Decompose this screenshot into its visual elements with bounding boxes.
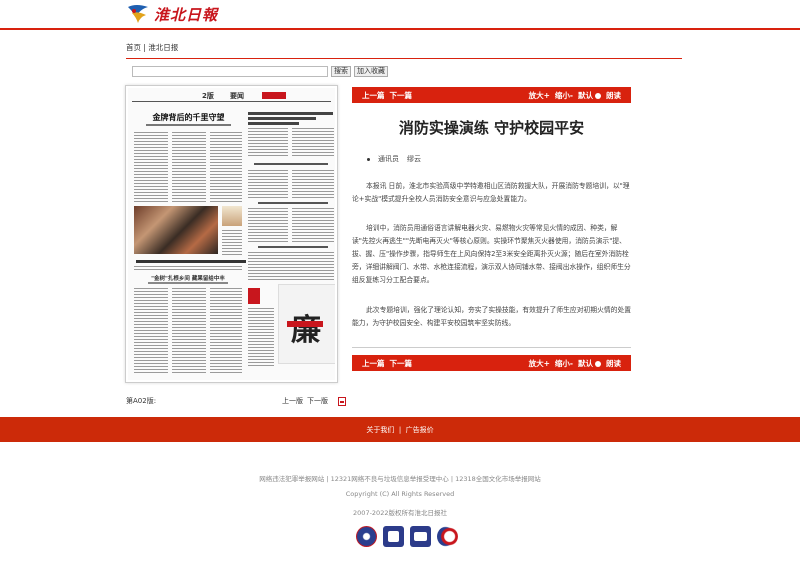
paper-masthead-logo xyxy=(262,92,286,99)
paper-subheadline xyxy=(146,124,231,126)
article-title: 消防实操演练 守护校园平安 xyxy=(398,119,585,137)
site-header: 淮北日報 xyxy=(0,0,800,30)
paper-text-column xyxy=(292,128,334,158)
article-toolbar-bottom: 上一篇 下一篇 放大+ 缩小- 默认 朗读 xyxy=(352,355,631,371)
radio-dot-icon xyxy=(595,93,601,99)
prev-article-link[interactable]: 上一篇 xyxy=(362,358,385,369)
about-us-link[interactable]: 关于我们 xyxy=(366,426,394,434)
radio-dot-icon xyxy=(595,361,601,367)
logo-text: 淮北日報 xyxy=(154,5,219,24)
paper-section-name: 要闻 xyxy=(230,92,244,100)
paper-text-column xyxy=(248,252,334,280)
newspaper-page-thumbnail[interactable]: 2版 要闻 金牌背后的千里守望 "金树"扎根乡间 藏果留给中丰 廉 xyxy=(125,85,338,383)
paper-headline-right[interactable] xyxy=(248,112,333,127)
article-paragraph: 培训中，消防员用通俗语言讲解电器火灾、易燃物火灾等常见火情的成因、种类，解读"先… xyxy=(352,224,631,284)
default-size-label: 默认 xyxy=(578,359,593,368)
page-navigation: 上一版 下一版 xyxy=(282,396,346,406)
footer-links: 关于我们 | 广告报价 xyxy=(0,425,800,435)
byline-author: 缪云 xyxy=(407,155,421,163)
paper-headline-main[interactable]: 金牌背后的千里守望 xyxy=(136,112,241,123)
credit-badge-icon[interactable] xyxy=(437,526,458,547)
search-button[interactable]: 搜索 xyxy=(331,66,351,77)
logo-icon xyxy=(128,5,148,23)
default-size-button[interactable]: 默认 xyxy=(578,358,601,369)
breadcrumb-current[interactable]: 淮北日报 xyxy=(148,43,178,52)
article-divider xyxy=(352,347,631,348)
prev-page-link[interactable]: 上一版 xyxy=(282,396,303,406)
byline-reporter-label: 通讯员 xyxy=(378,155,399,163)
footer-band: 关于我们 | 广告报价 xyxy=(0,417,800,442)
article-paragraph: 此次专题培训，强化了理论认知，夯实了实操技能，有效提升了师生应对初期火情的处置能… xyxy=(352,306,632,327)
add-favorite-button[interactable]: 加入收藏 xyxy=(354,66,388,77)
paper-text-column xyxy=(172,288,206,374)
paper-headline-mid[interactable] xyxy=(254,163,328,165)
page-label: 第A02版: xyxy=(126,397,157,405)
paper-text-column xyxy=(248,170,288,198)
article-byline: 通讯员 缪云 xyxy=(367,154,421,164)
read-aloud-button[interactable]: 朗读 xyxy=(606,90,621,101)
pdf-icon[interactable] xyxy=(338,396,346,406)
next-article-link[interactable]: 下一篇 xyxy=(390,358,413,369)
read-aloud-button[interactable]: 朗读 xyxy=(606,358,621,369)
paper-text-column xyxy=(248,128,288,158)
paper-header: 2版 要闻 xyxy=(132,90,331,102)
paper-page-number: 2版 xyxy=(202,92,214,100)
zoom-in-button[interactable]: 放大+ xyxy=(529,90,550,101)
paper-photo-small xyxy=(222,206,242,226)
prev-article-link[interactable]: 上一篇 xyxy=(362,90,385,101)
network-security-icon[interactable] xyxy=(383,526,404,547)
breadcrumb-divider xyxy=(126,58,682,59)
paper-text-column xyxy=(292,208,334,242)
paper-headline-mid[interactable] xyxy=(258,202,328,204)
poster-character: 廉 xyxy=(291,313,321,348)
article-toolbar-top: 上一篇 下一篇 放大+ 缩小- 默认 朗读 xyxy=(352,87,631,103)
next-article-link[interactable]: 下一篇 xyxy=(390,90,413,101)
paper-column-badge xyxy=(248,288,260,304)
ad-pricing-link[interactable]: 广告报价 xyxy=(406,426,434,434)
copyright-text: Copyright (C) All Rights Reserved xyxy=(345,490,455,498)
next-page-link[interactable]: 下一版 xyxy=(307,396,328,406)
poster-stripe xyxy=(287,321,323,327)
paper-text-column xyxy=(134,288,168,374)
newspaper-page: 2版 要闻 金牌背后的千里守望 "金树"扎根乡间 藏果留给中丰 廉 xyxy=(128,88,335,380)
paper-headline-secondary[interactable] xyxy=(136,260,246,263)
certification-badges xyxy=(356,526,458,547)
paper-poster-ad[interactable]: 廉 xyxy=(278,284,335,364)
article-paragraph: 本报讯 日前，淮北市实验高级中学特邀相山区消防救援大队，开展消防专题培训，以"理… xyxy=(352,182,630,203)
zoom-in-button[interactable]: 放大+ xyxy=(529,358,550,369)
search-input[interactable] xyxy=(132,66,328,77)
breadcrumb-home[interactable]: 首页 xyxy=(126,43,141,52)
owner-text: 2007-2022版权所有淮北日报社 xyxy=(353,509,447,517)
paper-text-column xyxy=(248,308,274,368)
paper-text-column xyxy=(292,170,334,198)
zoom-out-button[interactable]: 缩小- xyxy=(555,358,573,369)
paper-photo xyxy=(134,206,218,254)
paper-headline-mid[interactable] xyxy=(258,246,328,248)
paper-text-column xyxy=(134,132,168,202)
report-links[interactable]: 网络违法犯罪举报网站 | 12321网络不良与垃圾信息举报受理中心 | 1231… xyxy=(0,473,800,483)
police-badge-icon[interactable] xyxy=(356,526,377,547)
report-center-icon[interactable] xyxy=(410,526,431,547)
footer-separator: | xyxy=(398,426,402,434)
search-bar: 搜索 加入收藏 xyxy=(132,66,388,77)
default-size-label: 默认 xyxy=(578,91,593,100)
site-logo[interactable]: 淮北日報 xyxy=(126,2,218,26)
paper-text-column xyxy=(172,132,206,202)
breadcrumb-separator: | xyxy=(143,43,146,52)
default-size-button[interactable]: 默认 xyxy=(578,90,601,101)
paper-text-column xyxy=(210,132,242,202)
paper-headline-bottom[interactable]: "金树"扎根乡间 藏果留给中丰 xyxy=(148,274,228,282)
paper-text-column xyxy=(222,230,242,256)
paper-text-column xyxy=(248,208,288,242)
paper-text-column xyxy=(134,266,242,272)
paper-subheadline-bottom xyxy=(148,282,228,284)
paper-text-column xyxy=(210,288,242,374)
breadcrumb: 首页 | 淮北日报 xyxy=(126,42,178,53)
zoom-out-button[interactable]: 缩小- xyxy=(555,90,573,101)
